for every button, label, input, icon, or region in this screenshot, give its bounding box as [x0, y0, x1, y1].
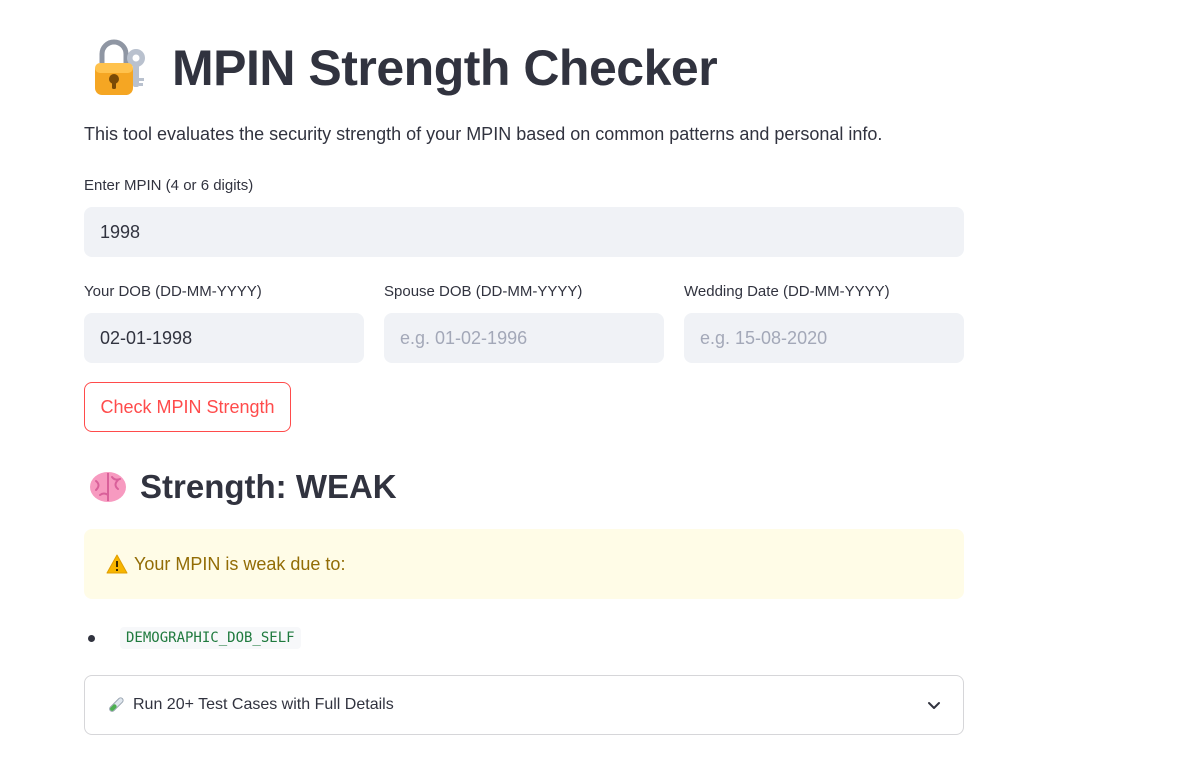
chevron-down-icon[interactable]: [925, 696, 943, 714]
lock-with-key-icon: [92, 38, 150, 98]
strength-result: Strength: WEAK: [88, 468, 397, 506]
check-mpin-strength-button[interactable]: Check MPIN Strength: [84, 382, 291, 432]
wedding-date-group: Wedding Date (DD-MM-YYYY) e.g. 15-08-202…: [684, 283, 964, 363]
strength-heading: Strength: WEAK: [140, 468, 397, 505]
warning-alert: Your MPIN is weak due to:: [84, 529, 964, 599]
warning-text: Your MPIN is weak due to:: [134, 553, 346, 574]
dob-spouse-label: Spouse DOB (DD-MM-YYYY): [384, 283, 583, 300]
page-title: MPIN Strength Checker: [172, 40, 718, 96]
title-row: MPIN Strength Checker: [92, 36, 718, 100]
wedding-date-input[interactable]: e.g. 15-08-2020: [684, 313, 964, 363]
dob-spouse-group: Spouse DOB (DD-MM-YYYY) e.g. 01-02-1996: [384, 283, 664, 363]
dob-spouse-input[interactable]: e.g. 01-02-1996: [384, 313, 664, 363]
page-description: This tool evaluates the security strengt…: [84, 124, 883, 144]
warning-icon: [106, 554, 128, 574]
mpin-input[interactable]: 1998: [84, 207, 964, 257]
expander-label: Run 20+ Test Cases with Full Details: [133, 696, 394, 713]
mpin-label: Enter MPIN (4 or 6 digits): [84, 177, 254, 194]
wedding-date-label: Wedding Date (DD-MM-YYYY): [684, 283, 890, 300]
list-item: DEMOGRAPHIC_DOB_SELF: [88, 627, 301, 649]
brain-icon: [88, 469, 128, 505]
dob-self-input[interactable]: 02-01-1998: [84, 313, 364, 363]
dob-self-label: Your DOB (DD-MM-YYYY): [84, 283, 262, 300]
test-cases-expander[interactable]: Run 20+ Test Cases with Full Details: [84, 675, 964, 735]
bullet-icon: [88, 634, 95, 642]
test-tube-icon: [107, 696, 125, 714]
reason-code: DEMOGRAPHIC_DOB_SELF: [120, 627, 301, 649]
dob-self-group: Your DOB (DD-MM-YYYY) 02-01-1998: [84, 283, 364, 363]
